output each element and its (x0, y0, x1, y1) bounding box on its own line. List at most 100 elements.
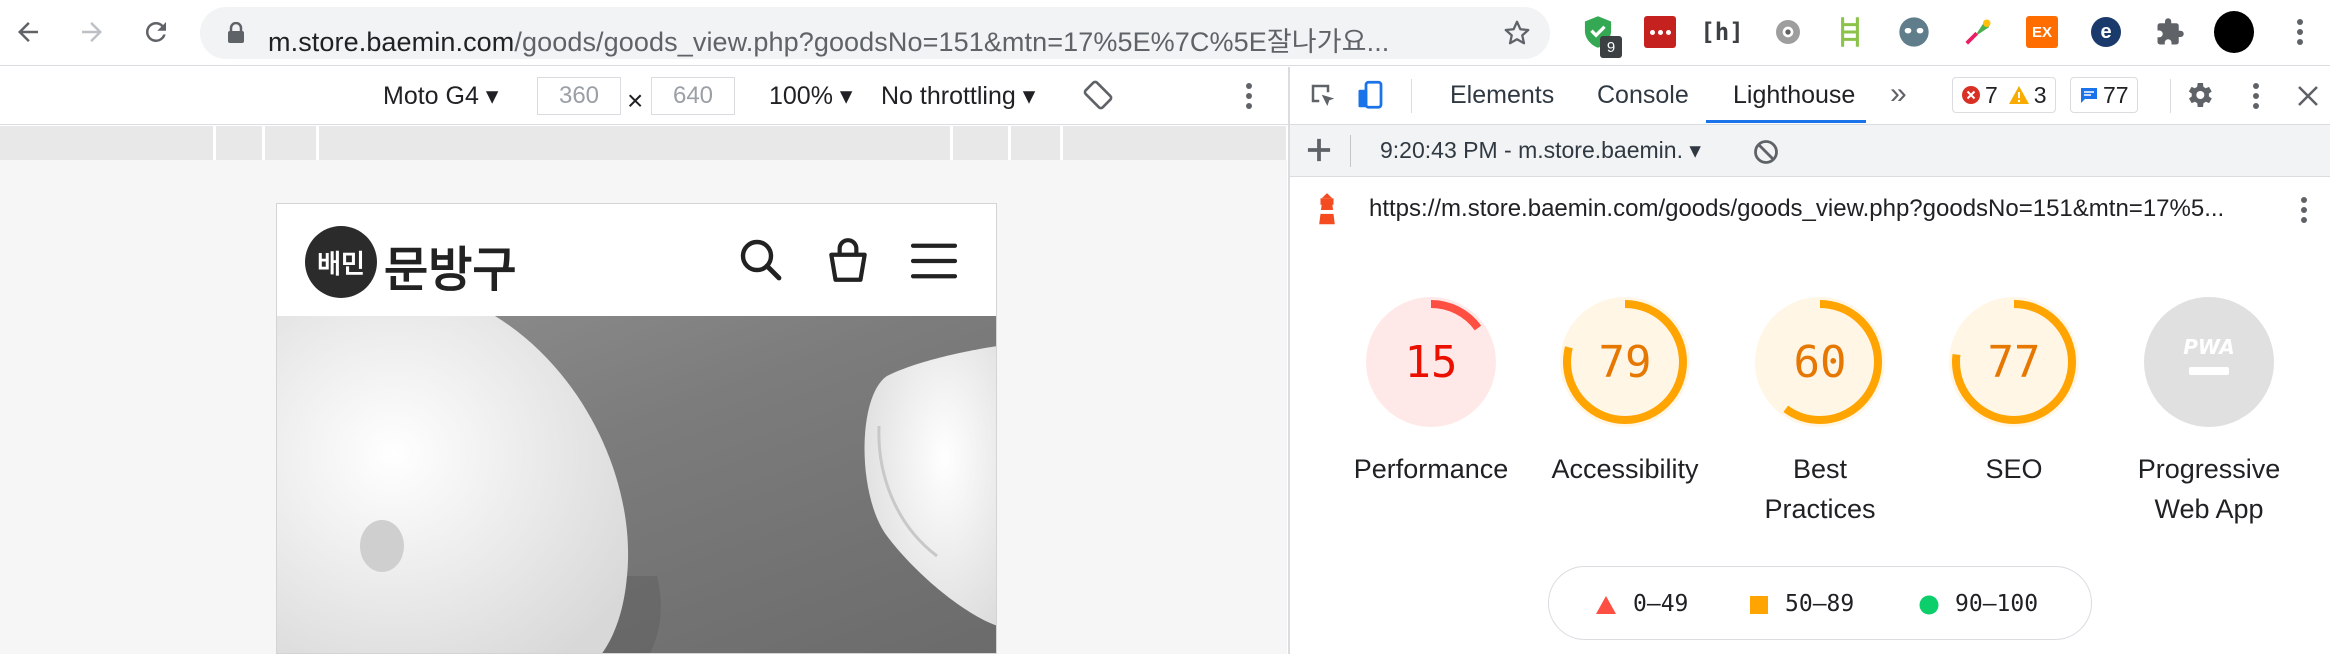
square-icon (1750, 595, 1768, 614)
gauge-score: 77 (1987, 336, 2041, 388)
hashnode-extension-icon[interactable]: [h] (1700, 12, 1743, 52)
zoom-select[interactable]: 100% ▾ (769, 81, 852, 111)
devtools-menu-icon[interactable] (2252, 81, 2260, 111)
color-picker-extension-icon[interactable] (1958, 12, 1998, 52)
score-legend: 0–49 50–89 90–100 (1548, 566, 2092, 640)
todoist-extension-icon[interactable] (1640, 12, 1680, 52)
circle-icon (1919, 595, 1939, 614)
error-icon (1962, 86, 1980, 104)
browser-toolbar: m.store.baemin.com/goods/goods_view.php?… (0, 0, 2330, 66)
gauge-performance[interactable]: 15 (1366, 297, 1496, 427)
tab-console[interactable]: Console (1597, 81, 1689, 110)
new-report-plus-icon[interactable] (1300, 131, 1338, 169)
gauge-label-pwa[interactable]: Progressive Web App (2109, 449, 2309, 529)
lighthouse-toolbar: 9:20:43 PM - m.store.baemin. ▾ (1290, 125, 2330, 177)
forward-button[interactable] (72, 12, 112, 52)
gauge-pwa[interactable]: PWA (2144, 297, 2274, 427)
gauge-label-line-1: Accessibility (1551, 454, 1699, 484)
viewport-width-input[interactable]: 360 (537, 77, 621, 115)
site-header: 배민 문방구 (277, 204, 996, 316)
throttling-select[interactable]: No throttling ▾ (881, 81, 1035, 111)
gauge-best-practices[interactable]: 60 (1755, 297, 1885, 427)
ex-extension-icon[interactable]: EX (2022, 12, 2062, 52)
url-text: m.store.baemin.com/goods/goods_view.php?… (268, 27, 1390, 57)
spy-extension-icon[interactable] (1894, 12, 1934, 52)
active-tab-indicator (1706, 120, 1866, 123)
dimension-separator: × (627, 85, 644, 116)
inspect-element-icon[interactable] (1308, 81, 1338, 111)
more-tabs-button[interactable]: » (1890, 77, 1907, 111)
gauge-label-seo[interactable]: SEO (1914, 449, 2114, 489)
browser-menu-icon[interactable] (2280, 12, 2320, 52)
hamburger-menu-icon[interactable] (911, 240, 957, 282)
close-icon[interactable] (2296, 84, 2320, 108)
gauge-label-line-1: Best (1792, 454, 1848, 484)
clear-block-icon[interactable] (1752, 138, 1780, 166)
search-icon[interactable] (737, 236, 785, 284)
device-toggle-icon[interactable] (1356, 79, 1386, 113)
tab-lighthouse[interactable]: Lighthouse (1733, 81, 1855, 110)
gauge-accessibility[interactable]: 79 (1560, 297, 1690, 427)
star-icon[interactable] (1502, 18, 1532, 48)
error-count: 7 (1985, 81, 1998, 108)
gauge-label-line-1: Progressive (2137, 454, 2281, 484)
warning-icon (2008, 86, 2029, 104)
legend-average: 50–89 (1749, 591, 1854, 617)
message-icon (2081, 88, 2097, 103)
lighthouse-report: 15 Performance 79 Accessibility 60 Best Practi… (1290, 241, 2330, 654)
messages-counter[interactable]: 77 (2070, 77, 2138, 113)
lighthouse-icon (1319, 193, 1335, 225)
back-button[interactable] (8, 12, 48, 52)
device-select[interactable]: Moto G4 ▾ (383, 81, 498, 111)
viewport-height-input[interactable]: 640 (651, 77, 735, 115)
arrow-left-icon (18, 22, 38, 42)
lock-icon (228, 22, 244, 43)
report-url-bar: https://m.store.baemin.com/goods/goods_v… (1290, 177, 2330, 241)
triangle-icon (1596, 595, 1616, 614)
puzzle-extensions-icon[interactable] (2150, 12, 2190, 52)
rotate-button[interactable] (1082, 79, 1114, 118)
reload-button[interactable] (136, 12, 176, 52)
logo-text[interactable]: 문방구 (384, 230, 516, 300)
shopping-bag-icon[interactable] (823, 236, 873, 286)
report-select[interactable]: 9:20:43 PM - m.store.baemin. ▾ (1380, 137, 1701, 164)
gauge-label-accessibility[interactable]: Accessibility (1525, 449, 1725, 489)
reload-icon (145, 21, 166, 42)
settings-gear-icon[interactable] (2183, 79, 2215, 111)
extension-badge: 9 (1600, 36, 1622, 58)
gauge-score: 60 (1793, 336, 1847, 388)
pwa-badge-icon: PWA (2144, 297, 2274, 427)
rotate-icon (1083, 80, 1113, 110)
gauge-label-best-practices[interactable]: Best Practices (1720, 449, 1920, 529)
product-image (277, 316, 996, 653)
legend-pass: 90–100 (1919, 591, 2038, 617)
gear-extension-icon[interactable] (1768, 12, 1808, 52)
message-count: 77 (2103, 81, 2129, 108)
gauge-label-line-1: Performance (1353, 454, 1509, 484)
warning-count: 3 (2033, 81, 2047, 108)
shield-extension-icon[interactable]: 9 (1578, 12, 1622, 58)
report-menu-icon[interactable] (2300, 195, 2308, 225)
arrow-right-icon (82, 22, 102, 42)
logo-badge[interactable]: 배민 (305, 226, 377, 298)
mobile-page: 배민 문방구 (276, 203, 997, 654)
emulated-viewport: 배민 문방구 (0, 160, 1287, 654)
gauge-seo[interactable]: 77 (1949, 297, 2079, 427)
profile-avatar[interactable] (2214, 11, 2254, 53)
devtools-tabbar: Elements Console Lighthouse » 7 3 77 (1290, 67, 2330, 125)
gauge-score: 79 (1598, 336, 1652, 388)
report-url[interactable]: https://m.store.baemin.com/goods/goods_v… (1369, 195, 2224, 223)
gauge-label-line-2: Web App (2154, 494, 2264, 524)
gauge-score: 15 (1404, 336, 1458, 388)
legend-fail: 0–49 (1595, 591, 1688, 617)
gauge-label-line-2: Practices (1764, 494, 1876, 524)
issues-counter[interactable]: 7 3 (1952, 77, 2056, 113)
gauge-label-performance[interactable]: Performance (1331, 449, 1531, 489)
ladder-extension-icon[interactable] (1830, 12, 1870, 52)
media-query-bar[interactable] (0, 126, 1286, 160)
tab-elements[interactable]: Elements (1450, 81, 1554, 110)
address-bar[interactable]: m.store.baemin.com/goods/goods_view.php?… (200, 7, 1550, 59)
device-toolbar: Moto G4 ▾ 360 × 640 100% ▾ No throttling… (0, 67, 1288, 125)
e-extension-icon[interactable]: e (2086, 12, 2126, 52)
device-more-menu-icon[interactable] (1245, 81, 1253, 118)
